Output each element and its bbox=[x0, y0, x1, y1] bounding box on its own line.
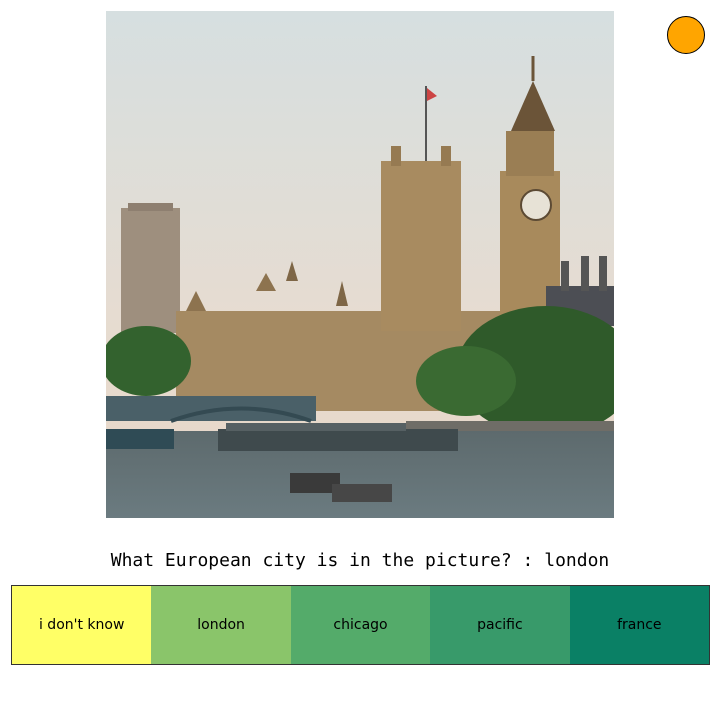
option-label: london bbox=[197, 617, 245, 633]
answer-options: i don't know london chicago pacific fran… bbox=[11, 585, 710, 665]
option-label: france bbox=[617, 617, 662, 633]
option-label: chicago bbox=[333, 617, 388, 633]
option-i-dont-know[interactable]: i don't know bbox=[12, 586, 152, 664]
question-photo bbox=[106, 11, 614, 518]
question-text: What European city is in the picture? : … bbox=[110, 550, 610, 571]
option-france[interactable]: france bbox=[569, 586, 710, 664]
option-pacific[interactable]: pacific bbox=[430, 586, 570, 664]
option-label: pacific bbox=[477, 617, 523, 633]
option-london[interactable]: london bbox=[151, 586, 291, 664]
status-indicator bbox=[667, 16, 705, 54]
option-chicago[interactable]: chicago bbox=[290, 586, 431, 664]
option-label: i don't know bbox=[38, 617, 125, 633]
